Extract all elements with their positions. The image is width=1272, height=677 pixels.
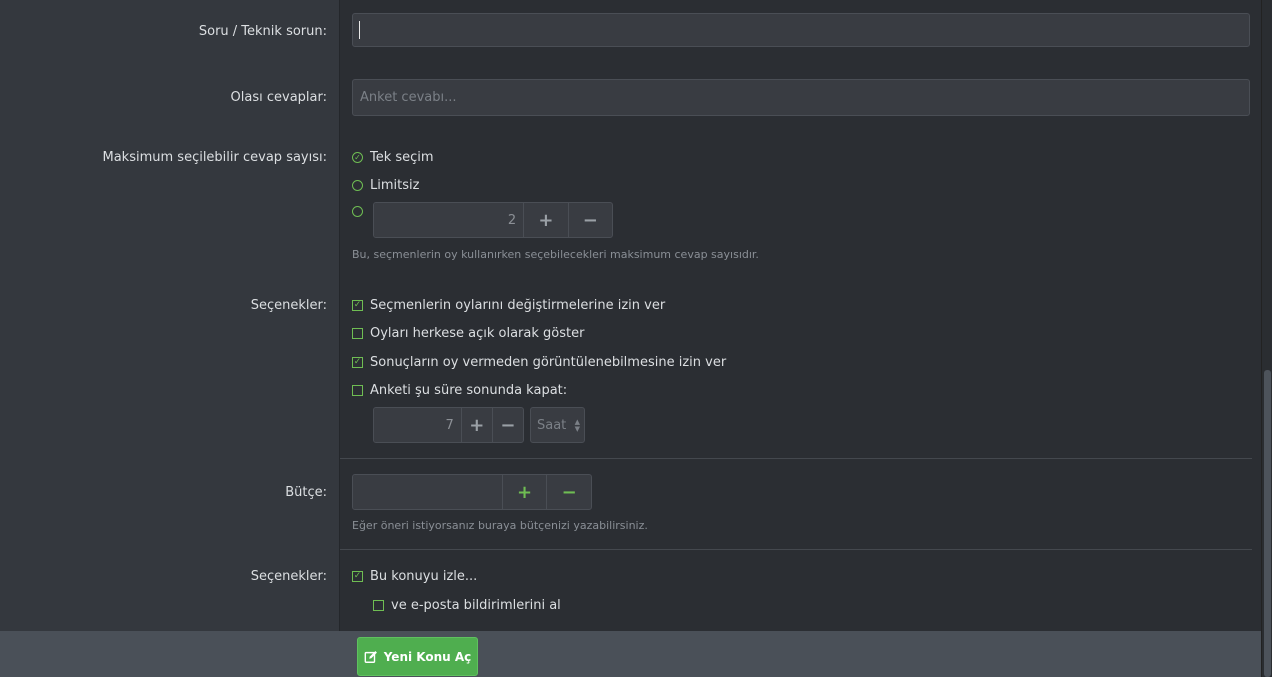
- radio-single-choice[interactable]: ✓ Tek seçim: [352, 150, 434, 165]
- submit-button[interactable]: Yeni Konu Aç: [357, 637, 478, 676]
- option-public-votes-label: Oyları herkese açık olarak göster: [370, 326, 585, 341]
- radio-unlimited-label: Limitsiz: [370, 178, 420, 193]
- max-answers-value[interactable]: 2: [374, 203, 524, 237]
- radio-empty-icon: [352, 180, 363, 191]
- option-email-notifications[interactable]: ve e-posta bildirimlerini al: [373, 598, 561, 613]
- close-after-stepper[interactable]: 7 + −: [373, 407, 524, 443]
- radio-checked-icon: ✓: [352, 152, 363, 163]
- plus-icon[interactable]: +: [460, 408, 492, 442]
- checkbox-empty-icon: [352, 385, 363, 396]
- answer-input[interactable]: [352, 79, 1250, 116]
- question-label: Soru / Teknik sorun:: [198, 24, 327, 39]
- question-input[interactable]: [352, 13, 1250, 47]
- divider: [340, 458, 1252, 459]
- checkbox-checked-icon: ✓: [352, 571, 363, 582]
- scrollbar-thumb[interactable]: [1264, 370, 1271, 677]
- checkbox-empty-icon: [373, 600, 384, 611]
- edit-icon: [364, 650, 377, 663]
- plus-icon[interactable]: +: [523, 203, 567, 237]
- option-close-poll[interactable]: Anketi şu süre sonunda kapat:: [352, 383, 567, 398]
- checkbox-empty-icon: [352, 328, 363, 339]
- watch-options-label: Seçenekler:: [250, 569, 327, 584]
- option-view-results-label: Sonuçların oy vermeden görüntülenebilmes…: [370, 355, 727, 370]
- close-after-value[interactable]: 7: [374, 408, 461, 442]
- radio-empty-icon: [352, 206, 363, 217]
- option-change-vote-label: Seçmenlerin oylarını değiştirmelerine iz…: [370, 298, 666, 313]
- budget-stepper[interactable]: + −: [352, 474, 592, 510]
- checkbox-checked-icon: ✓: [352, 357, 363, 368]
- text-caret: [359, 21, 360, 39]
- answers-label: Olası cevaplar:: [230, 90, 327, 105]
- close-after-unit-select[interactable]: Saat ▲ ▼: [530, 407, 585, 443]
- option-watch-thread[interactable]: ✓ Bu konuyu izle...: [352, 569, 477, 584]
- max-answers-stepper[interactable]: 2 + −: [373, 202, 613, 238]
- checkbox-checked-icon: ✓: [352, 300, 363, 311]
- select-arrows-icon: ▲ ▼: [574, 418, 580, 433]
- max-answers-label: Maksimum seçilebilir cevap sayısı:: [102, 150, 328, 165]
- minus-icon[interactable]: −: [567, 203, 612, 237]
- budget-input[interactable]: [353, 475, 502, 509]
- form-footer: [0, 631, 1262, 677]
- plus-icon[interactable]: +: [501, 475, 547, 509]
- submit-button-label: Yeni Konu Aç: [383, 649, 472, 664]
- radio-unlimited[interactable]: Limitsiz: [352, 178, 419, 193]
- minus-icon[interactable]: −: [546, 475, 591, 509]
- option-email-notifications-label: ve e-posta bildirimlerini al: [391, 598, 561, 613]
- divider: [340, 549, 1252, 550]
- budget-hint: Eğer öneri istiyorsanız buraya bütçenizi…: [352, 519, 648, 532]
- minus-icon[interactable]: −: [491, 408, 523, 442]
- option-close-poll-label: Anketi şu süre sonunda kapat:: [370, 383, 568, 398]
- option-watch-thread-label: Bu konuyu izle...: [370, 569, 478, 584]
- option-change-vote[interactable]: ✓ Seçmenlerin oylarını değiştirmelerine …: [352, 298, 665, 313]
- scrollbar[interactable]: [1261, 0, 1272, 677]
- close-after-unit: Saat: [537, 417, 567, 433]
- radio-custom-count[interactable]: [352, 206, 363, 217]
- option-view-results[interactable]: ✓ Sonuçların oy vermeden görüntülenebilm…: [352, 355, 726, 370]
- options-label: Seçenekler:: [250, 298, 327, 313]
- max-answers-hint: Bu, seçmenlerin oy kullanırken seçebilec…: [352, 248, 759, 261]
- budget-label: Bütçe:: [285, 485, 327, 500]
- radio-single-choice-label: Tek seçim: [370, 150, 434, 165]
- option-public-votes[interactable]: Oyları herkese açık olarak göster: [352, 326, 584, 341]
